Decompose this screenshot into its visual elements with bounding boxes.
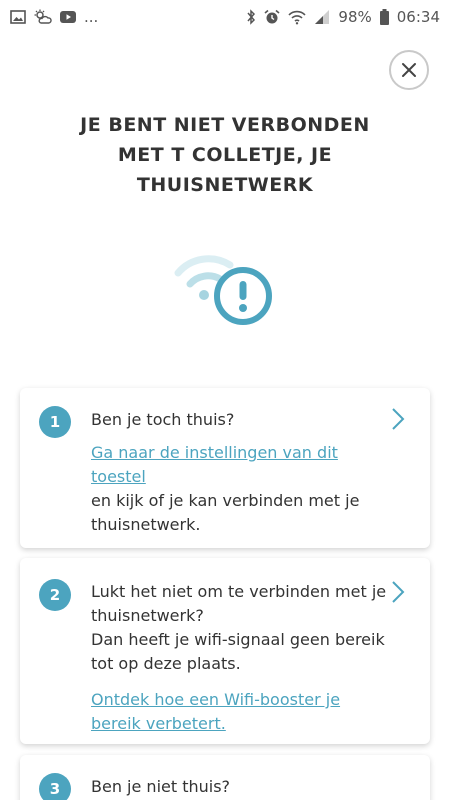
clock: 06:34 xyxy=(396,8,440,26)
battery-icon xyxy=(379,9,389,25)
chevron-right-icon[interactable] xyxy=(390,580,406,604)
weather-icon xyxy=(34,9,52,24)
settings-link[interactable]: Ga naar de instellingen van dit toestel xyxy=(91,441,391,489)
page-title: JE BENT NIET VERBONDEN MET T COLLETJE, J… xyxy=(80,114,370,196)
step-number: 1 xyxy=(39,406,71,438)
close-icon xyxy=(402,63,416,77)
alarm-icon xyxy=(264,9,280,24)
card-text: en kijk of je kan verbinden met je thuis… xyxy=(91,491,360,534)
more-notifications: ... xyxy=(84,8,99,26)
card-title: Ben je niet thuis? xyxy=(91,777,231,796)
wifi-warning-icon xyxy=(174,255,272,325)
help-card-1[interactable]: 1 Ben je toch thuis? Ga naar de instelli… xyxy=(20,388,430,548)
card-body: Ben je toch thuis? Ga naar de instelling… xyxy=(91,408,391,537)
gallery-icon xyxy=(10,10,26,24)
wifi-icon xyxy=(288,10,307,24)
step-number: 3 xyxy=(39,773,71,800)
card-title: Lukt het niet om te verbinden met je thu… xyxy=(91,582,387,625)
step-number: 2 xyxy=(39,579,71,611)
status-left: ... xyxy=(10,8,98,26)
status-bar: ... 98% 06:34 xyxy=(0,0,450,34)
chevron-right-icon[interactable] xyxy=(390,407,406,431)
card-body: Ben je niet thuis? xyxy=(91,775,391,799)
close-button[interactable] xyxy=(389,50,429,90)
bluetooth-icon xyxy=(247,9,256,25)
card-title: Ben je toch thuis? xyxy=(91,410,235,429)
card-body: Lukt het niet om te verbinden met je thu… xyxy=(91,580,391,736)
wifi-booster-link[interactable]: Ontdek hoe een Wifi-booster je bereik ve… xyxy=(91,688,391,736)
help-card-3[interactable]: 3 Ben je niet thuis? xyxy=(20,755,430,800)
youtube-icon xyxy=(60,11,76,23)
signal-icon xyxy=(315,10,330,24)
battery-level: 98% xyxy=(338,8,372,26)
help-card-2[interactable]: 2 Lukt het niet om te verbinden met je t… xyxy=(20,558,430,744)
status-right: 98% 06:34 xyxy=(246,8,440,26)
card-text: Dan heeft je wifi-signaal geen bereik to… xyxy=(91,630,385,673)
